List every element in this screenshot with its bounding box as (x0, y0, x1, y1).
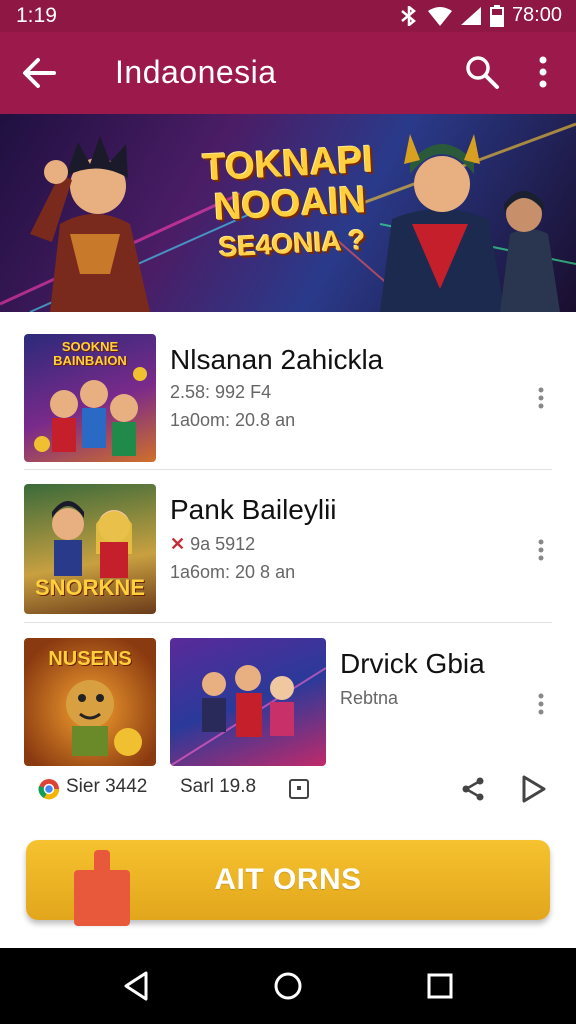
thumbnail-art (170, 665, 326, 766)
bluetooth-icon (401, 5, 416, 26)
nav-back-icon[interactable] (118, 968, 154, 1004)
banner-title: TOKNAPI NOOAIN SE4ONIA ? (177, 138, 403, 269)
search-icon[interactable] (464, 54, 500, 90)
game-meta-line2: 1a6om: 20 8 an (170, 562, 296, 582)
game-meta-line1: 2.58: 992 F4 (170, 382, 272, 402)
game-meta-line1: ✕ 9a 5912 (170, 534, 255, 555)
thumbnail-caption: SOOKNE BAINBAION (53, 339, 127, 368)
game-title: Drvick Gbia (340, 648, 485, 679)
game-thumbnail[interactable]: NUSENS (24, 638, 156, 766)
status-time: 1:19 (16, 4, 57, 27)
close-mark-icon: ✕ (170, 534, 186, 554)
signal-icon (460, 6, 481, 25)
game-title: Pank Baileylii (170, 494, 337, 525)
game-thumbnail-secondary[interactable] (170, 638, 326, 766)
action-stat-1: Sier 3442 (66, 776, 148, 797)
game-thumbnail[interactable]: SOOKNE BAINBAION (24, 334, 156, 462)
chrome-icon[interactable] (38, 778, 60, 800)
status-clock-right: 78:00 (511, 4, 562, 26)
page-title: Indaonesia (115, 54, 277, 90)
battery-icon (489, 4, 504, 27)
divider (24, 622, 552, 623)
thumbnail-caption: NUSENS (48, 648, 132, 670)
item-menu-icon[interactable] (536, 386, 546, 410)
app-bar: Indaonesia (0, 32, 576, 114)
back-arrow-icon[interactable] (20, 54, 58, 92)
share-icon[interactable] (460, 776, 486, 802)
status-bar: 1:19 78:00 (0, 0, 576, 32)
game-title: Nlsanan 2ahickla (170, 344, 384, 375)
action-row: Sier 3442 Sarl 19.8 (0, 770, 576, 810)
divider (24, 469, 552, 470)
square-icon[interactable] (288, 778, 310, 800)
item-menu-icon[interactable] (536, 692, 546, 716)
action-stat-2: Sarl 19.8 (180, 776, 257, 797)
game-thumbnail[interactable]: SNORKNE (24, 484, 156, 614)
wifi-icon (427, 6, 452, 26)
list-item[interactable]: SNORKNE Pank Baileylii ✕ 9a 5912 1a6om: … (0, 482, 576, 614)
game-meta-line2: 1a0om: 20.8 an (170, 410, 296, 430)
nav-home-icon[interactable] (270, 968, 306, 1004)
game-meta-line1-text: 9a 5912 (190, 534, 256, 554)
system-nav-bar (0, 948, 576, 1024)
hero-banner[interactable]: TOKNAPI NOOAIN SE4ONIA ? (0, 114, 576, 312)
list-item[interactable]: NUSENS Drvick Gbia Rebtna (0, 636, 576, 766)
list-item[interactable]: SOOKNE BAINBAION Nlsanan 2ahickla 2.58: … (0, 332, 576, 464)
primary-action-label: AIT ORNS (214, 863, 362, 896)
play-icon[interactable] (520, 774, 548, 804)
more-options-icon[interactable] (528, 54, 558, 94)
primary-action-button[interactable]: AIT ORNS (26, 840, 550, 926)
item-menu-icon[interactable] (536, 538, 546, 562)
thumbnail-caption: SNORKNE (34, 575, 145, 600)
nav-recents-icon[interactable] (422, 968, 458, 1004)
game-meta-line1: Rebtna (340, 688, 399, 708)
status-icons: 78:00 (398, 4, 562, 27)
